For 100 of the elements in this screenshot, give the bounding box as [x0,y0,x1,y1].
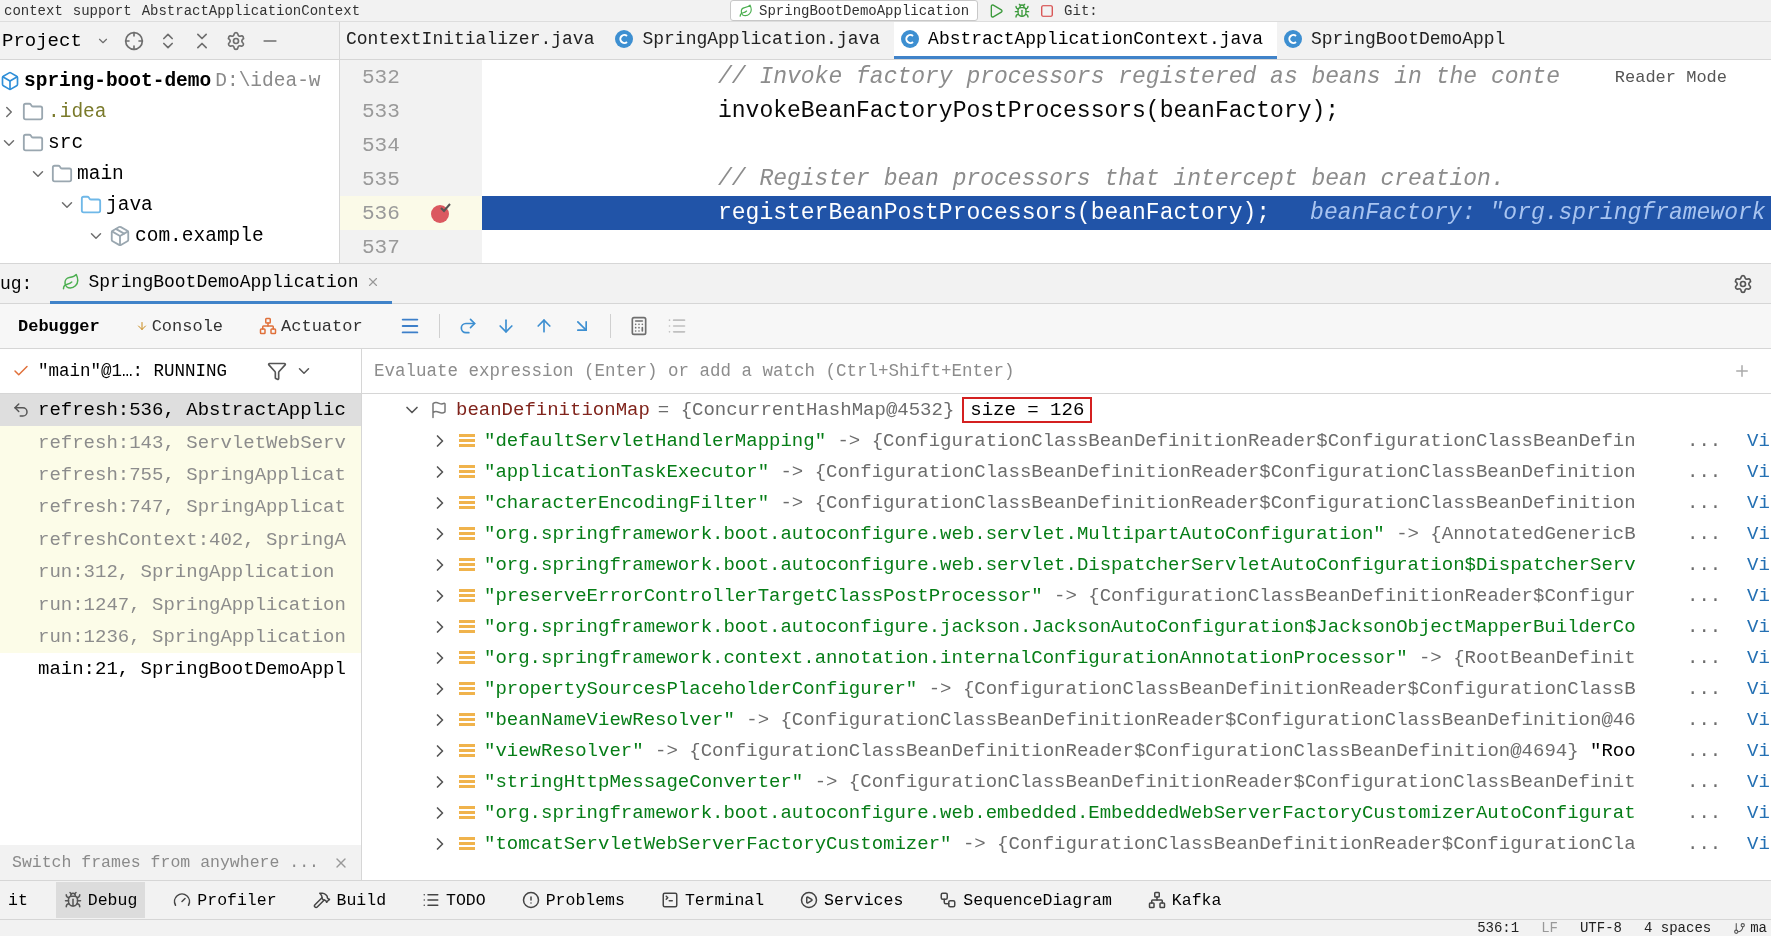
network-icon [1147,891,1166,909]
tree-item[interactable]: main [77,162,124,185]
tool-window-button[interactable]: Debug [55,882,146,918]
branch-name[interactable]: ma [1750,920,1767,936]
view-link[interactable]: Vi [1747,739,1771,762]
tab-label: ContextInitializer.java [346,29,595,49]
tool-window-button[interactable]: Terminal [652,882,773,918]
view-link[interactable]: Vi [1747,553,1771,576]
entry-icon [458,618,476,635]
breadcrumb[interactable]: context [4,2,63,19]
tree-item[interactable]: spring-boot-demo [24,69,212,92]
diagram-icon [939,891,958,909]
tool-window-button[interactable]: TODO [414,882,494,918]
code-comment: // Invoke factory processors registered as beans in the conte [718,64,1560,90]
tree-item[interactable]: com.example [135,224,264,247]
view-link[interactable]: Vi [1747,460,1771,483]
play-icon [800,891,819,909]
debug-tab[interactable]: Actuator [259,316,363,336]
map-entry: "tomcatServletWebServerFactoryCustomizer" -> {ConfigurationClassBeanDefinitionReader$ConfigurationCla [484,832,1637,855]
indent-setting[interactable]: 4 spaces [1643,920,1712,936]
tool-window-button[interactable]: Problems [513,882,633,918]
map-entry: "beanNameViewResolver" -> {ConfigurationClassBeanDefinitionReader$ConfigurationClassBeanDefinition@46 [484,708,1637,731]
debug-icon[interactable] [1014,2,1031,19]
alert-icon [521,891,540,909]
tab-label: SpringBootDemoAppl [1310,29,1506,49]
tree-item[interactable]: java [106,193,153,216]
line-number: 537 [362,235,401,259]
variable-name: beanDefinitionMap [456,398,650,421]
editor-tab[interactable]: AbstractApplicationContext.java [894,22,1277,59]
entry-icon [458,494,476,511]
map-entry: "org.springframework.boot.autoconfigure.web.servlet.MultipartAutoConfiguration" -> {AnnotatedGenericB [484,522,1637,545]
entry-icon [458,773,476,790]
entry-icon [458,649,476,666]
stop-icon[interactable] [1040,3,1055,18]
ellipsis: ... [1687,522,1723,545]
tool-window-button[interactable]: Services [792,882,912,918]
gauge-icon [173,891,192,909]
tool-window-button[interactable]: Profiler [165,882,285,918]
file-encoding[interactable]: UTF-8 [1579,920,1622,936]
ellipsis: ... [1687,832,1723,855]
class-icon [614,29,635,49]
view-link[interactable]: Vi [1747,522,1771,545]
map-entry: "characterEncodingFilter" -> {ConfigurationClassBeanDefinitionReader$ConfigurationClassBeanDefinition [484,491,1637,514]
tool-window-button[interactable]: it [0,882,36,918]
evaluate-field[interactable]: Evaluate expression (Enter) or add a watch (Ctrl+Shift+Enter) [372,360,1733,382]
settings-icon[interactable] [225,30,246,51]
package-icon [109,224,131,247]
map-entry: "org.springframework.boot.autoconfigure.web.servlet.DispatcherServletAutoConfiguration$DispatcherServ [484,553,1637,576]
breadcrumb[interactable]: support [72,2,132,19]
stack-frame[interactable]: refresh:536, AbstractApplic [0,394,361,427]
breadcrumb[interactable]: AbstractApplicationContext [141,2,361,19]
ellipsis: ... [1687,708,1723,731]
view-link[interactable]: Vi [1747,584,1771,607]
run-icon[interactable] [988,2,1005,19]
panel-title[interactable]: Project [2,29,82,52]
debug-tab[interactable]: Debugger [18,316,100,336]
entry-icon [458,587,476,604]
tool-window-button[interactable]: SequenceDiagram [931,882,1120,918]
ellipsis: ... [1687,429,1723,452]
tree-item[interactable]: src [48,131,84,154]
view-link[interactable]: Vi [1747,708,1771,731]
branch-icon[interactable] [1733,921,1747,935]
list-icon [422,891,441,909]
hammer-icon [312,891,331,909]
line-number: 533 [362,99,401,123]
folder-icon [80,193,102,216]
view-link[interactable]: Vi [1747,429,1771,452]
entry-icon [458,804,476,821]
leaf-icon [739,3,754,18]
folder-icon [51,162,73,185]
code-line: invokeBeanFactoryPostProcessors(beanFactory); [718,98,1340,124]
filter-icon[interactable] [267,361,288,381]
folder-icon [22,100,44,123]
ellipsis: ... [1687,615,1723,638]
entry-icon [458,556,476,573]
view-link[interactable]: Vi [1747,615,1771,638]
caret-position[interactable]: 536:1 [1477,920,1520,936]
view-link[interactable]: Vi [1747,677,1771,700]
view-link[interactable]: Vi [1747,491,1771,514]
run-configuration-select[interactable]: SpringBootDemoApplication [730,0,979,21]
vcs-label: Git: [1064,2,1098,19]
settings-icon[interactable] [1733,273,1753,294]
entry-icon [458,835,476,852]
tool-window-button[interactable]: Kafka [1139,882,1230,918]
map-entry: "preserveErrorControllerTargetClassPostProcessor" -> {ConfigurationClassBeanDefinitionReader$Configur [484,584,1637,607]
tool-window-button[interactable]: Build [304,882,395,918]
size-value: size = 126 [962,396,1093,423]
tree-item[interactable]: .idea [48,100,107,123]
thread-status[interactable]: "main"@1…: RUNNING [38,361,228,381]
view-link[interactable]: Vi [1747,646,1771,669]
code-line: registerBeanPostProcessors(beanFactory); [718,200,1271,226]
ellipsis: ... [1687,677,1723,700]
view-link[interactable]: Vi [1747,770,1771,793]
view-link[interactable]: Vi [1747,801,1771,824]
hint-text: Switch frames from anywhere ... [12,853,319,872]
view-link[interactable]: Vi [1747,832,1771,855]
breakpoint-icon[interactable] [430,202,452,224]
inline-value-hint: beanFactory: "org.springframework [1310,200,1766,226]
crosshair-icon[interactable] [123,30,144,51]
debug-tab[interactable]: Console [135,316,224,336]
